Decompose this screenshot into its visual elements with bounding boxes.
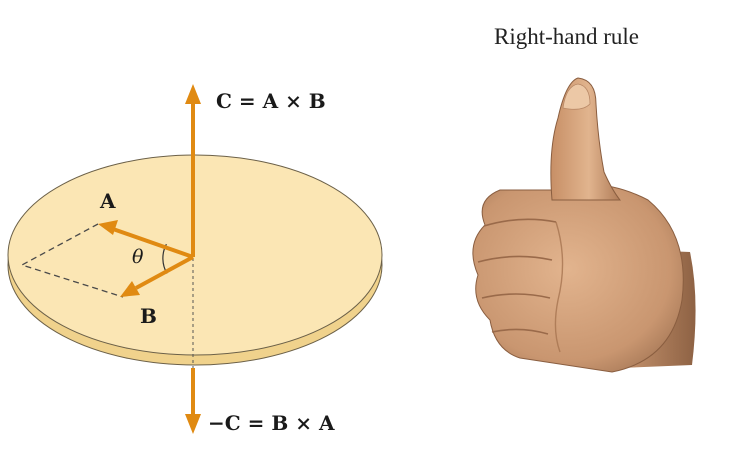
label-theta: θ — [132, 246, 144, 268]
right-hand-rule-title: Right-hand rule — [494, 24, 639, 49]
label-vector-b: B — [140, 304, 157, 328]
label-c-equation: C = A × B — [216, 89, 326, 113]
label-neg-c-equation: −C = B × A — [208, 411, 335, 435]
vector-neg-c-arrowhead — [185, 414, 201, 434]
fist — [472, 183, 684, 373]
vector-c-arrowhead — [185, 84, 201, 104]
disk-diagram: C = A × B A B θ −C = B × A — [7, 84, 383, 435]
cross-product-figure: C = A × B A B θ −C = B × A Right-hand ru… — [7, 24, 696, 435]
label-vector-a: A — [99, 189, 116, 213]
thumbs-up-hand-icon — [472, 77, 696, 373]
